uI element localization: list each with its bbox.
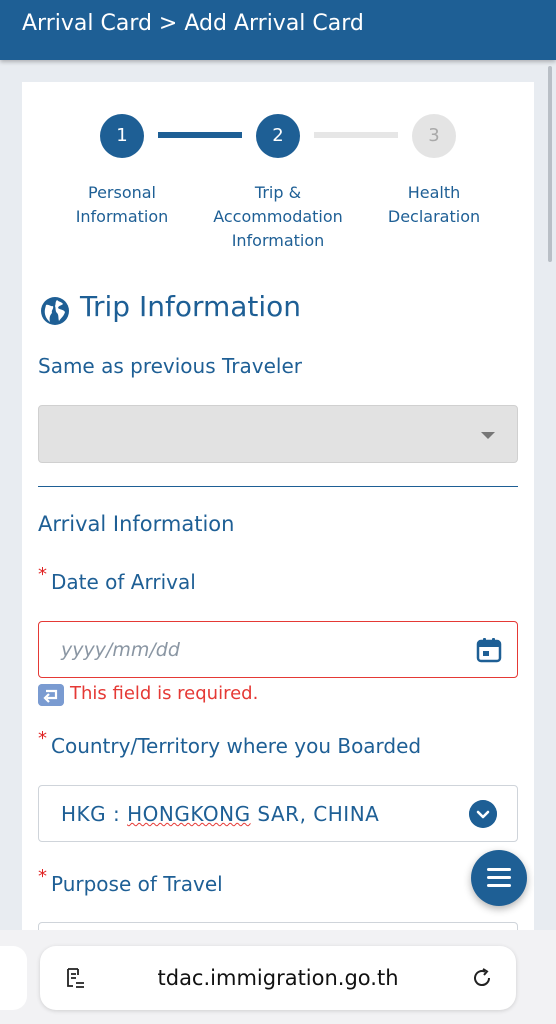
return-arrow-icon	[38, 684, 64, 706]
hamburger-icon-bar	[487, 876, 511, 879]
step-connector-2	[314, 132, 398, 138]
step-connector-1	[158, 132, 242, 138]
section-divider	[38, 486, 518, 487]
country-name-rest: SAR, CHINA	[250, 802, 380, 826]
calendar-icon[interactable]	[475, 636, 503, 664]
purpose-of-travel-label-text: Purpose of Travel	[51, 872, 223, 896]
same-as-previous-select[interactable]	[38, 405, 518, 463]
required-asterisk: *	[38, 866, 47, 887]
url-text: tdac.immigration.go.th	[157, 966, 399, 990]
purpose-of-travel-label: * Purpose of Travel	[38, 866, 223, 896]
step-3-label: Health Declaration	[354, 181, 514, 229]
required-asterisk: *	[38, 728, 47, 749]
step-3-circle[interactable]: 3	[412, 114, 456, 158]
date-of-arrival-label: * Date of Arrival	[38, 564, 196, 594]
step-2-label-line1: Trip &	[254, 183, 302, 202]
reload-icon[interactable]	[470, 966, 494, 990]
caret-down-icon	[481, 432, 495, 439]
step-3-label-line1: Health	[407, 183, 461, 202]
page-title: Arrival Card > Add Arrival Card	[22, 11, 364, 36]
step-1-label-line2: Information	[75, 207, 169, 226]
country-boarded-select[interactable]: HKG : HONGKONG SAR, CHINA	[38, 785, 518, 842]
required-asterisk: *	[38, 564, 47, 585]
hamburger-icon-bar	[487, 884, 511, 887]
chevron-down-icon	[469, 800, 497, 828]
same-as-previous-label: Same as previous Traveler	[38, 354, 302, 378]
date-placeholder: yyyy/mm/dd	[61, 639, 180, 661]
step-1-label: Personal Information	[42, 181, 202, 229]
country-boarded-label: * Country/Territory where you Boarded	[38, 728, 422, 758]
menu-fab-button[interactable]	[471, 850, 527, 906]
error-text: This field is required.	[70, 683, 259, 704]
arrival-information-heading: Arrival Information	[38, 512, 235, 536]
top-app-bar: Arrival Card > Add Arrival Card	[0, 0, 556, 60]
date-of-arrival-input[interactable]: yyyy/mm/dd	[38, 621, 518, 678]
globe-icon	[41, 297, 69, 325]
step-3-label-line2: Declaration	[387, 207, 481, 226]
step-2-label: Trip & Accommodation Information	[198, 181, 358, 253]
country-boarded-label-text: Country/Territory where you Boarded	[51, 734, 422, 758]
step-2-label-line3: Information	[231, 231, 325, 250]
section-title: Trip Information	[80, 290, 302, 323]
address-bar[interactable]: tdac.immigration.go.th	[40, 946, 516, 1010]
step-2-label-line2: Accommodation	[213, 207, 343, 226]
date-of-arrival-label-text: Date of Arrival	[51, 570, 196, 594]
country-boarded-value: HKG : HONGKONG SAR, CHINA	[61, 802, 379, 826]
step-2-circle[interactable]: 2	[256, 114, 300, 158]
step-1-circle[interactable]: 1	[100, 114, 144, 158]
previous-tab-stub[interactable]	[0, 946, 27, 1010]
country-name-misspelled: HONGKONG	[127, 802, 251, 826]
hamburger-icon-bar	[487, 868, 511, 871]
country-code: HKG :	[61, 802, 128, 826]
step-1-label-line1: Personal	[87, 183, 156, 202]
scrollbar[interactable]	[548, 66, 552, 262]
